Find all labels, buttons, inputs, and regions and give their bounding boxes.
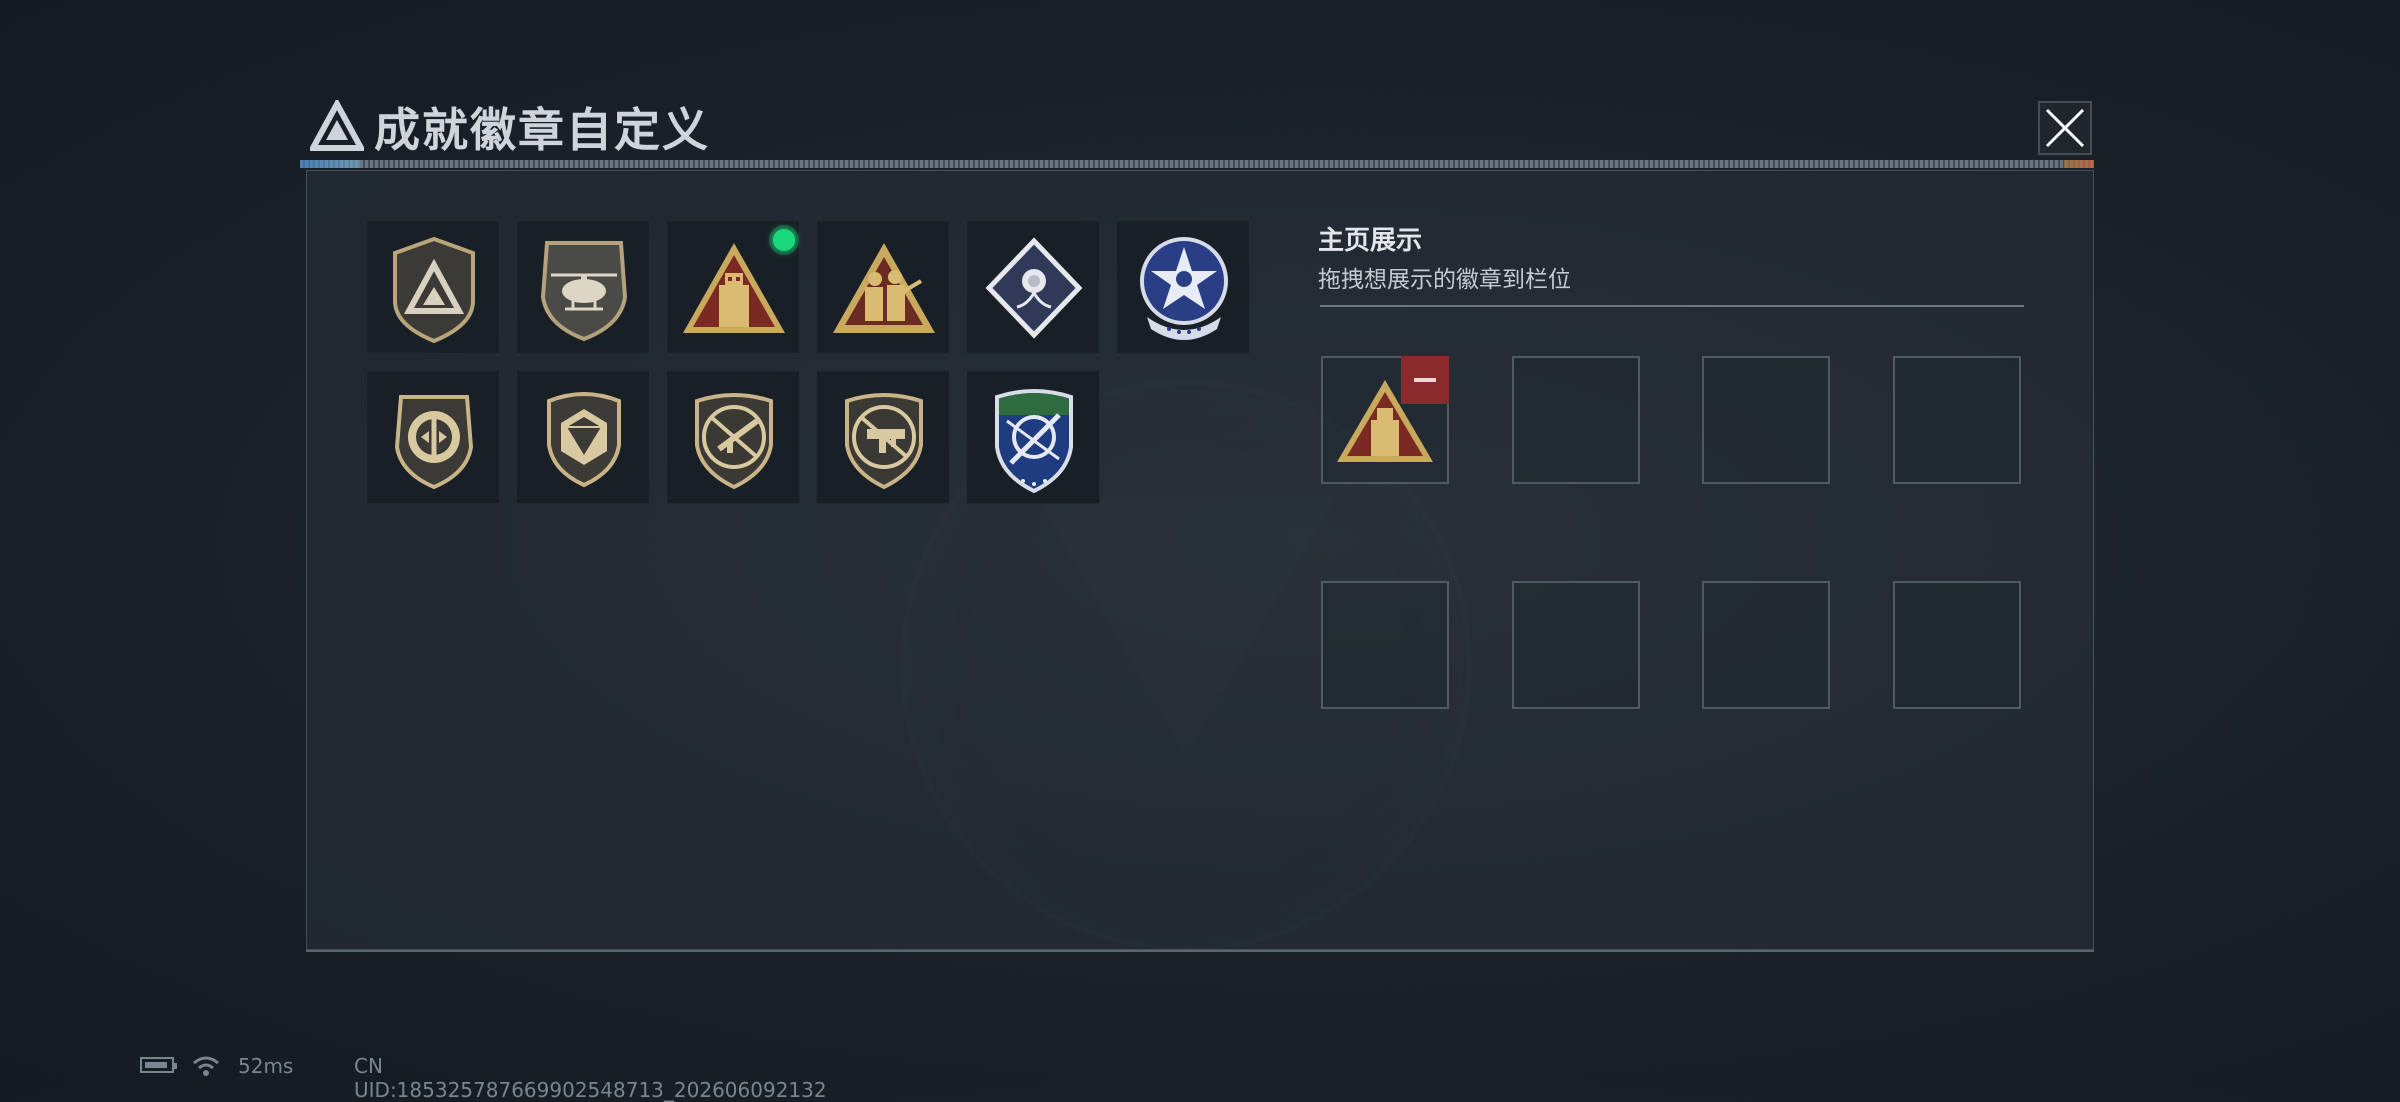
uid-text: CN UID:185325787669902548713_20260609213… (354, 1054, 827, 1102)
homepage-display-title: 主页展示 (1318, 226, 1423, 256)
display-slot-3[interactable] (1702, 356, 1830, 484)
badge-item[interactable] (366, 370, 500, 504)
star-wings-medal-icon (1140, 237, 1228, 340)
display-slot-5[interactable] (1321, 581, 1449, 709)
badge-item[interactable] (516, 370, 650, 504)
display-divider (1320, 305, 2024, 307)
triangle-logo-icon (310, 100, 364, 151)
badge-item[interactable] (666, 370, 800, 504)
badge-item[interactable] (966, 220, 1100, 354)
badge-item[interactable] (966, 370, 1100, 504)
homepage-display-hint: 拖拽想展示的徽章到栏位 (1318, 267, 1571, 293)
ping-text: 52ms (238, 1054, 294, 1078)
display-slot-6[interactable] (1512, 581, 1640, 709)
battery-icon (140, 1057, 177, 1073)
display-slot-2[interactable] (1512, 356, 1640, 484)
soldiers-triangle-badge-icon (833, 243, 935, 333)
helicopter-badge-icon (540, 241, 628, 342)
rose-diamond-badge-icon (985, 237, 1083, 339)
page-title: 成就徽章自定义 (374, 103, 710, 157)
split-circle-shield-icon (394, 395, 474, 490)
new-indicator (773, 229, 795, 251)
wifi-icon (193, 1056, 219, 1076)
display-slot-1[interactable] (1321, 356, 1449, 484)
close-icon (2045, 108, 2085, 148)
rifle-shield-icon (695, 393, 773, 490)
badge-item[interactable] (666, 220, 800, 354)
badge-item[interactable] (816, 370, 950, 504)
display-slot-7[interactable] (1702, 581, 1830, 709)
badge-item[interactable] (516, 220, 650, 354)
close-button[interactable] (2038, 101, 2092, 155)
dialog-header: 成就徽章自定义 (298, 88, 2104, 168)
panel-bottom-line (306, 950, 2094, 952)
smg-shield-icon (845, 393, 923, 490)
display-slot-4[interactable] (1893, 356, 2021, 484)
display-slot-8[interactable] (1893, 581, 2021, 709)
header-divider (300, 160, 2094, 168)
crosshair-knife-shield-icon (995, 389, 1073, 494)
badge-item[interactable] (816, 220, 950, 354)
dice-shield-icon (547, 392, 621, 488)
remove-badge-button[interactable] (1401, 356, 1449, 404)
triangle-shield-badge-icon (393, 236, 475, 344)
badge-item[interactable] (1116, 220, 1250, 354)
badge-item[interactable] (366, 220, 500, 354)
